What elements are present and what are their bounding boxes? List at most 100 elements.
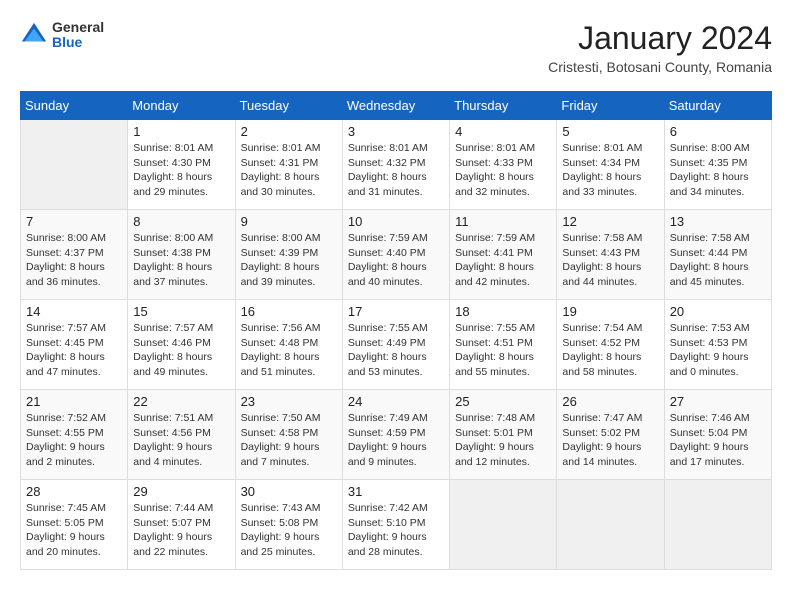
day-number: 30 [241, 484, 337, 499]
month-title: January 2024 [548, 20, 772, 57]
calendar-cell: 27 Sunrise: 7:46 AMSunset: 5:04 PMDayligh… [664, 390, 771, 480]
calendar-cell [557, 480, 664, 570]
calendar-header: SundayMondayTuesdayWednesdayThursdayFrid… [21, 92, 772, 120]
cell-content: Sunrise: 7:46 AMSunset: 5:04 PMDaylight:… [670, 411, 766, 470]
cell-content: Sunrise: 8:01 AMSunset: 4:34 PMDaylight:… [562, 141, 658, 200]
calendar-cell: 15 Sunrise: 7:57 AMSunset: 4:46 PMDayligh… [128, 300, 235, 390]
header-row: SundayMondayTuesdayWednesdayThursdayFrid… [21, 92, 772, 120]
calendar-cell [450, 480, 557, 570]
calendar-body: 1Sunrise: 8:01 AMSunset: 4:30 PMDaylight… [21, 120, 772, 570]
day-number: 7 [26, 214, 122, 229]
calendar-cell: 14 Sunrise: 7:57 AMSunset: 4:45 PMDayligh… [21, 300, 128, 390]
calendar-cell: 6 Sunrise: 8:00 AMSunset: 4:35 PMDaylight… [664, 120, 771, 210]
calendar-cell: 20Sunrise: 7:53 AMSunset: 4:53 PMDayligh… [664, 300, 771, 390]
calendar-cell: 22 Sunrise: 7:51 AMSunset: 4:56 PMDayligh… [128, 390, 235, 480]
calendar-cell: 10 Sunrise: 7:59 AMSunset: 4:40 PMDayligh… [342, 210, 449, 300]
cell-content: Sunrise: 7:44 AMSunset: 5:07 PMDaylight:… [133, 501, 229, 560]
calendar-cell [664, 480, 771, 570]
location: Cristesti, Botosani County, Romania [548, 59, 772, 75]
day-number: 14 [26, 304, 122, 319]
day-number: 25 [455, 394, 551, 409]
cell-content: Sunrise: 7:51 AMSunset: 4:56 PMDaylight:… [133, 411, 229, 470]
calendar-cell: 25 Sunrise: 7:48 AMSunset: 5:01 PMDayligh… [450, 390, 557, 480]
cell-content: Sunrise: 7:55 AMSunset: 4:49 PMDaylight:… [348, 321, 444, 380]
header-day: Friday [557, 92, 664, 120]
day-number: 19 [562, 304, 658, 319]
cell-content: Sunrise: 7:58 AMSunset: 4:44 PMDaylight:… [670, 231, 766, 290]
cell-content: Sunrise: 8:01 AMSunset: 4:31 PMDaylight:… [241, 141, 337, 200]
day-number: 12 [562, 214, 658, 229]
calendar-cell: 7 Sunrise: 8:00 AMSunset: 4:37 PMDaylight… [21, 210, 128, 300]
cell-content: Sunrise: 8:01 AMSunset: 4:30 PMDaylight:… [133, 141, 229, 200]
calendar-cell: 8 Sunrise: 8:00 AMSunset: 4:38 PMDaylight… [128, 210, 235, 300]
cell-content: Sunrise: 7:58 AMSunset: 4:43 PMDaylight:… [562, 231, 658, 290]
day-number: 6 [670, 124, 766, 139]
day-number: 29 [133, 484, 229, 499]
day-number: 2 [241, 124, 337, 139]
cell-content: Sunrise: 7:43 AMSunset: 5:08 PMDaylight:… [241, 501, 337, 560]
calendar-week-row: 14 Sunrise: 7:57 AMSunset: 4:45 PMDayligh… [21, 300, 772, 390]
cell-content: Sunrise: 8:00 AMSunset: 4:39 PMDaylight:… [241, 231, 337, 290]
day-number: 21 [26, 394, 122, 409]
calendar-cell: 18 Sunrise: 7:55 AMSunset: 4:51 PMDayligh… [450, 300, 557, 390]
cell-content: Sunrise: 8:00 AMSunset: 4:35 PMDaylight:… [670, 141, 766, 200]
calendar-cell: 13 Sunrise: 7:58 AMSunset: 4:44 PMDayligh… [664, 210, 771, 300]
cell-content: Sunrise: 7:52 AMSunset: 4:55 PMDaylight:… [26, 411, 122, 470]
cell-content: Sunrise: 7:55 AMSunset: 4:51 PMDaylight:… [455, 321, 551, 380]
cell-content: Sunrise: 7:59 AMSunset: 4:41 PMDaylight:… [455, 231, 551, 290]
title-block: January 2024 Cristesti, Botosani County,… [548, 20, 772, 75]
day-number: 13 [670, 214, 766, 229]
calendar-cell: 12 Sunrise: 7:58 AMSunset: 4:43 PMDayligh… [557, 210, 664, 300]
calendar-cell: 11 Sunrise: 7:59 AMSunset: 4:41 PMDayligh… [450, 210, 557, 300]
cell-content: Sunrise: 8:00 AMSunset: 4:37 PMDaylight:… [26, 231, 122, 290]
cell-content: Sunrise: 7:54 AMSunset: 4:52 PMDaylight:… [562, 321, 658, 380]
cell-content: Sunrise: 7:50 AMSunset: 4:58 PMDaylight:… [241, 411, 337, 470]
calendar-cell: 29 Sunrise: 7:44 AMSunset: 5:07 PMDayligh… [128, 480, 235, 570]
calendar-cell: 16Sunrise: 7:56 AMSunset: 4:48 PMDayligh… [235, 300, 342, 390]
day-number: 27 [670, 394, 766, 409]
day-number: 9 [241, 214, 337, 229]
cell-content: Sunrise: 7:48 AMSunset: 5:01 PMDaylight:… [455, 411, 551, 470]
day-number: 8 [133, 214, 229, 229]
header-day: Tuesday [235, 92, 342, 120]
day-number: 5 [562, 124, 658, 139]
day-number: 15 [133, 304, 229, 319]
logo: General Blue [20, 20, 104, 51]
cell-content: Sunrise: 8:01 AMSunset: 4:33 PMDaylight:… [455, 141, 551, 200]
cell-content: Sunrise: 7:59 AMSunset: 4:40 PMDaylight:… [348, 231, 444, 290]
header-day: Thursday [450, 92, 557, 120]
calendar-cell: 31Sunrise: 7:42 AMSunset: 5:10 PMDayligh… [342, 480, 449, 570]
day-number: 31 [348, 484, 444, 499]
day-number: 24 [348, 394, 444, 409]
logo-general: General [52, 20, 104, 35]
day-number: 3 [348, 124, 444, 139]
calendar-table: SundayMondayTuesdayWednesdayThursdayFrid… [20, 91, 772, 570]
calendar-week-row: 1Sunrise: 8:01 AMSunset: 4:30 PMDaylight… [21, 120, 772, 210]
day-number: 16 [241, 304, 337, 319]
calendar-cell: 23 Sunrise: 7:50 AMSunset: 4:58 PMDayligh… [235, 390, 342, 480]
day-number: 11 [455, 214, 551, 229]
page-header: General Blue January 2024 Cristesti, Bot… [20, 20, 772, 75]
calendar-cell [21, 120, 128, 210]
calendar-cell: 3Sunrise: 8:01 AMSunset: 4:32 PMDaylight… [342, 120, 449, 210]
day-number: 20 [670, 304, 766, 319]
header-day: Saturday [664, 92, 771, 120]
day-number: 26 [562, 394, 658, 409]
day-number: 18 [455, 304, 551, 319]
calendar-cell: 26Sunrise: 7:47 AMSunset: 5:02 PMDayligh… [557, 390, 664, 480]
calendar-cell: 21 Sunrise: 7:52 AMSunset: 4:55 PMDayligh… [21, 390, 128, 480]
calendar-cell: 17Sunrise: 7:55 AMSunset: 4:49 PMDayligh… [342, 300, 449, 390]
day-number: 22 [133, 394, 229, 409]
calendar-cell: 30 Sunrise: 7:43 AMSunset: 5:08 PMDayligh… [235, 480, 342, 570]
cell-content: Sunrise: 7:45 AMSunset: 5:05 PMDaylight:… [26, 501, 122, 560]
logo-blue: Blue [52, 35, 104, 50]
day-number: 23 [241, 394, 337, 409]
calendar-week-row: 21 Sunrise: 7:52 AMSunset: 4:55 PMDayligh… [21, 390, 772, 480]
cell-content: Sunrise: 7:57 AMSunset: 4:46 PMDaylight:… [133, 321, 229, 380]
day-number: 10 [348, 214, 444, 229]
cell-content: Sunrise: 7:57 AMSunset: 4:45 PMDaylight:… [26, 321, 122, 380]
cell-content: Sunrise: 8:00 AMSunset: 4:38 PMDaylight:… [133, 231, 229, 290]
calendar-cell: 24Sunrise: 7:49 AMSunset: 4:59 PMDayligh… [342, 390, 449, 480]
logo-icon [20, 21, 48, 49]
calendar-week-row: 28Sunrise: 7:45 AMSunset: 5:05 PMDayligh… [21, 480, 772, 570]
